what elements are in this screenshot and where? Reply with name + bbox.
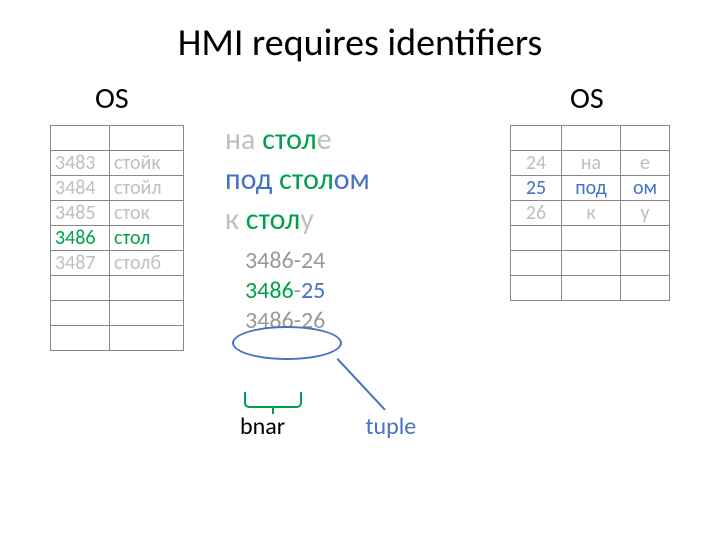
left-table: 3483стойк3484стойл3485сток3486стол3487ст… xyxy=(50,125,184,351)
phrase-line: под столом xyxy=(225,160,485,200)
table-row: 3484стойл xyxy=(51,176,184,201)
bnar-label: bnar xyxy=(240,412,360,441)
table-row: 26ку xyxy=(511,201,670,226)
tuple-oval xyxy=(232,326,342,360)
table-row: 3485сток xyxy=(51,201,184,226)
id-line: 3486-24 xyxy=(245,246,485,276)
identifier-list: 3486-243486-253486-26 xyxy=(245,246,485,336)
labels-row: bnar tuple xyxy=(240,412,416,441)
os-left-label: OS xyxy=(95,80,129,117)
os-right-label: OS xyxy=(570,80,604,117)
table-row: 25подом xyxy=(511,176,670,201)
table-row: 3483стойк xyxy=(51,151,184,176)
phrase-line: на столе xyxy=(225,120,485,160)
tuple-label: tuple xyxy=(365,412,416,441)
table-row: 3486стол xyxy=(51,226,184,251)
center-column: на столепод столомк столу 3486-243486-25… xyxy=(225,120,485,336)
tuple-pointer xyxy=(337,358,386,411)
bnar-bracket xyxy=(244,392,302,408)
table-row: 3487столб xyxy=(51,251,184,276)
page-title: HMI requires identifiers xyxy=(0,20,720,66)
phrases: на столепод столомк столу xyxy=(225,120,485,240)
table-row: 24нае xyxy=(511,151,670,176)
right-table: 24нае25подом26ку xyxy=(510,125,670,301)
phrase-line: к столу xyxy=(225,200,485,240)
id-line: 3486-25 xyxy=(245,276,485,306)
